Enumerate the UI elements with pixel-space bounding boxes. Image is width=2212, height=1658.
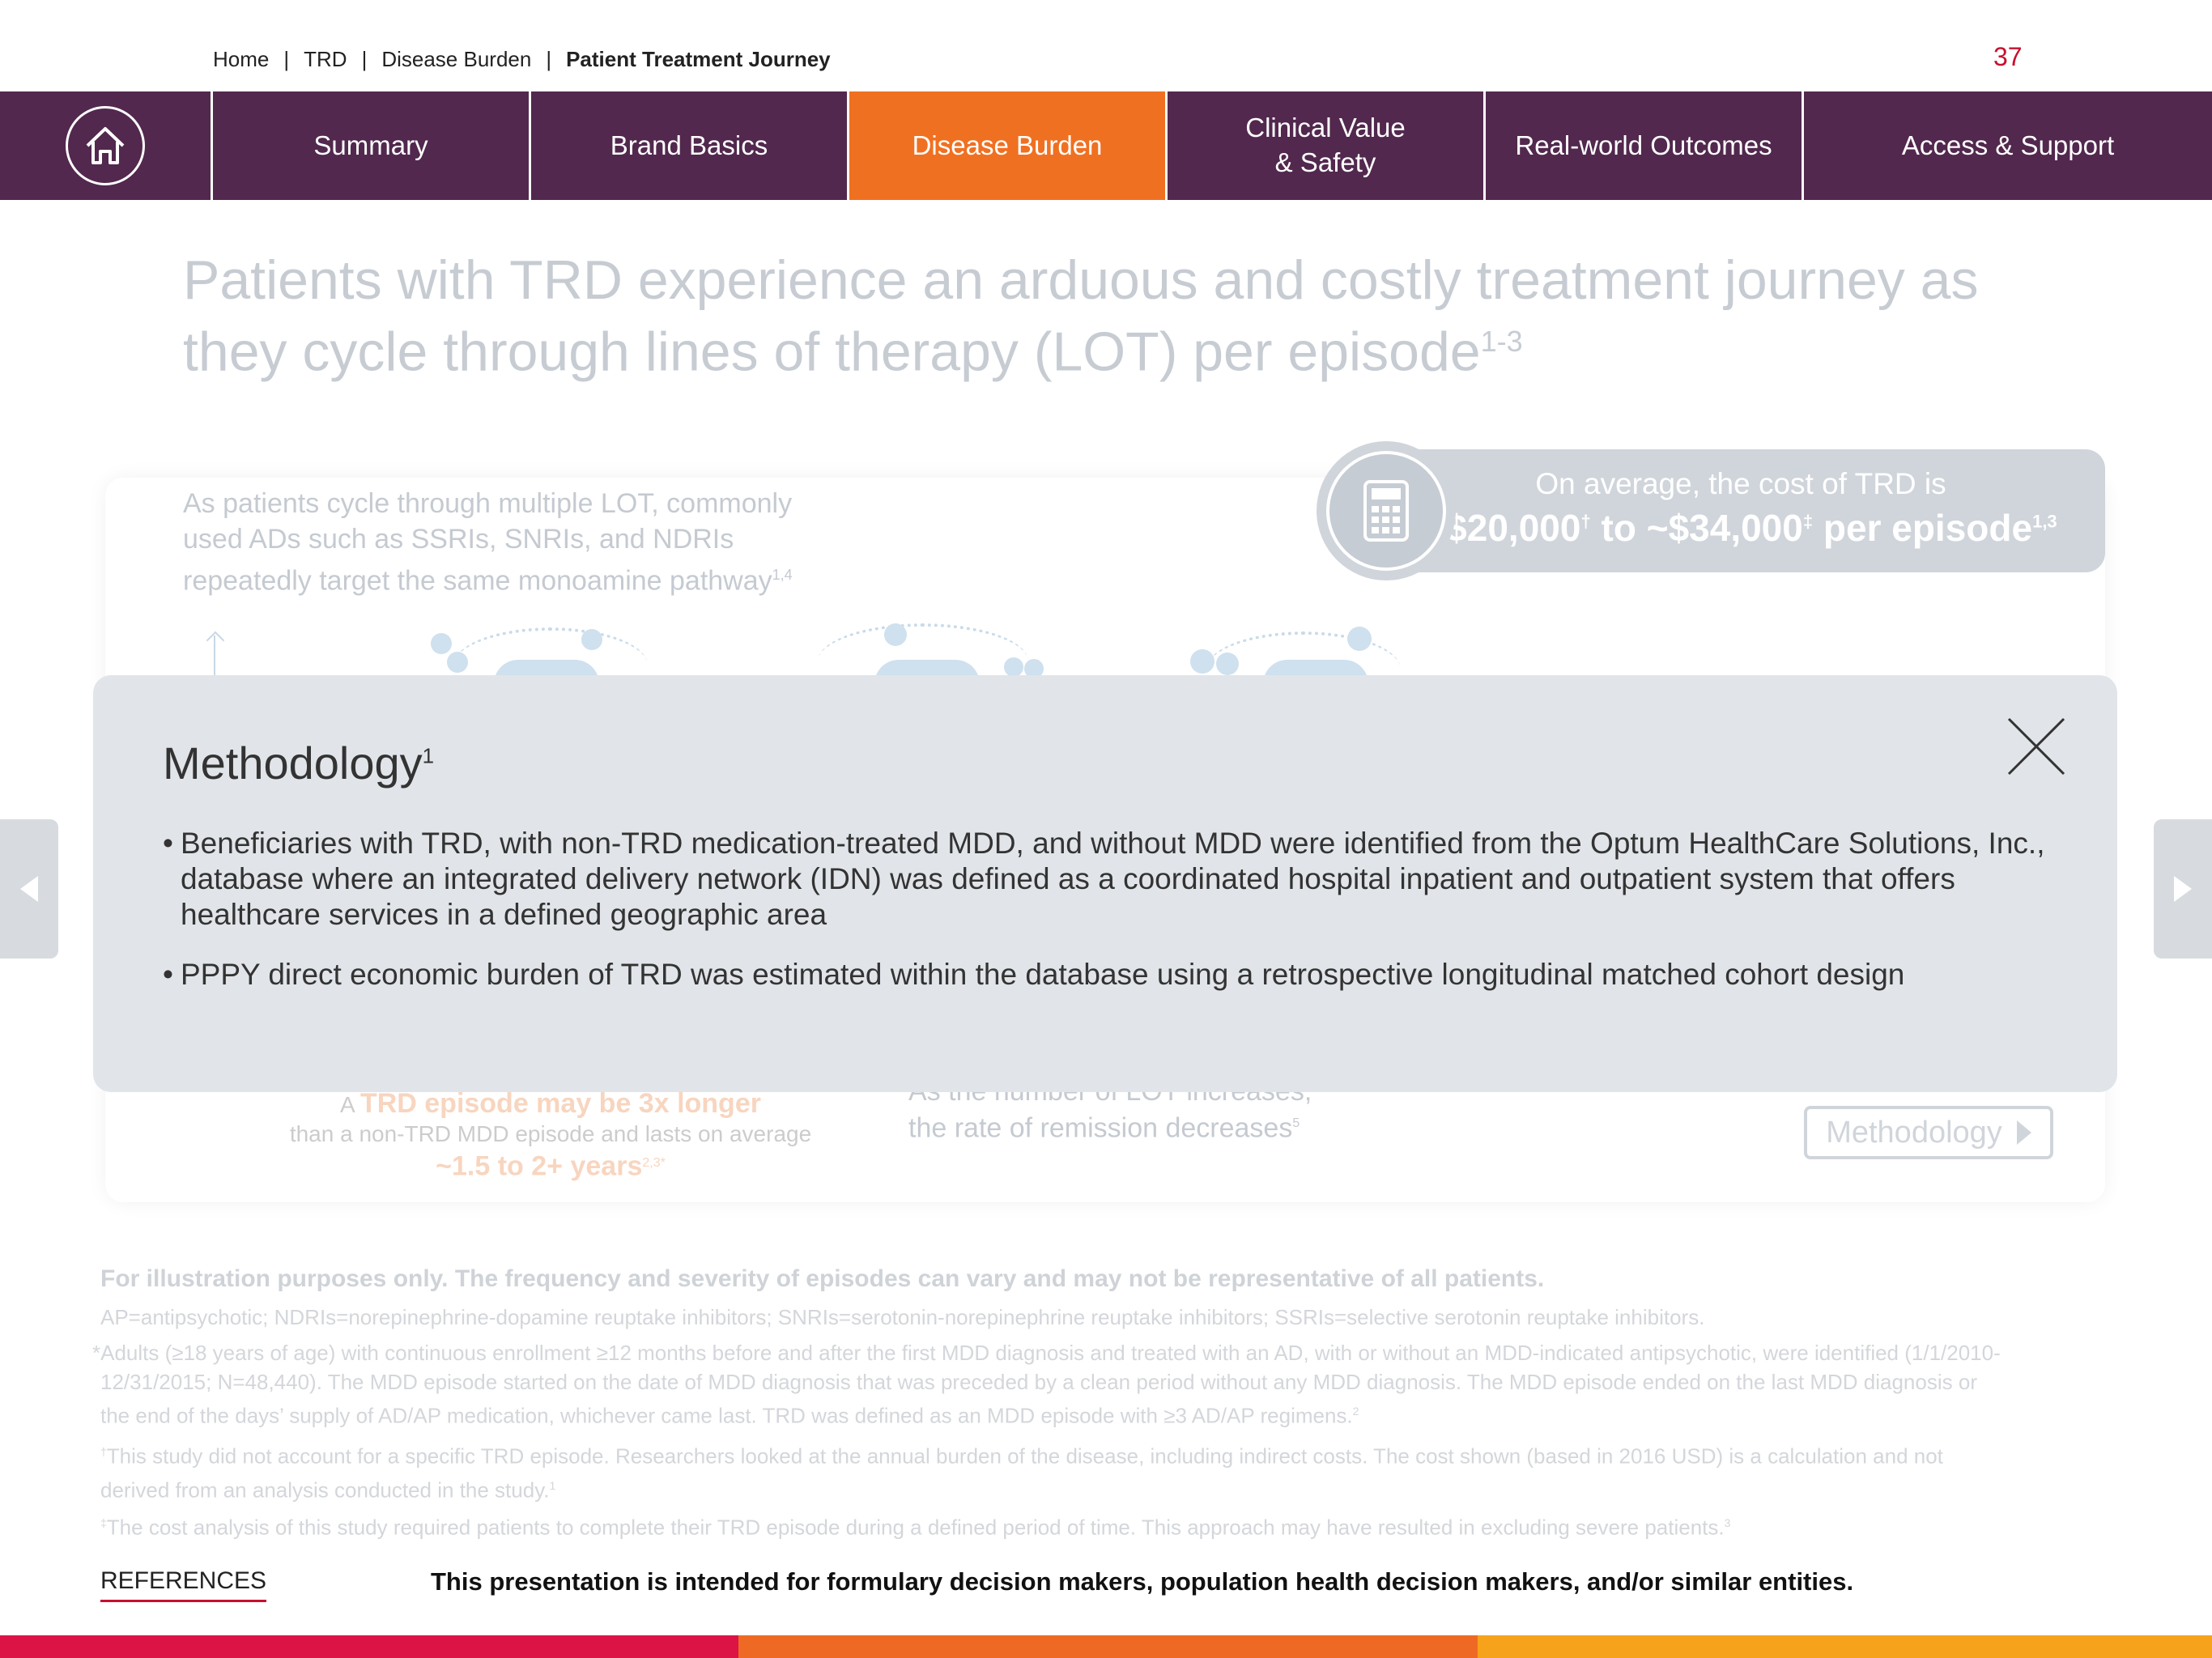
- modal-title: Methodology1: [163, 737, 434, 789]
- remission-line2: the rate of remission decreases5: [908, 1107, 1394, 1144]
- home-icon: [66, 106, 145, 185]
- modal-bullet: Beneficiaries with TRD, with non-TRD med…: [163, 826, 2065, 933]
- cost-callout-line1: On average, the cost of TRD is: [1535, 467, 1946, 500]
- next-page-button[interactable]: [2154, 819, 2212, 959]
- close-icon[interactable]: [2004, 714, 2069, 779]
- footnote-dagger-ref: 1: [549, 1478, 556, 1492]
- episode-duration-ref: 2,3*: [642, 1156, 666, 1170]
- footnote-star-mark: *: [92, 1341, 101, 1365]
- pill-icon: [1216, 653, 1239, 675]
- cost-mid: to: [1590, 507, 1647, 549]
- tab-real-world-outcomes[interactable]: Real-world Outcomes: [1486, 91, 1804, 200]
- pill-icon: [581, 629, 602, 650]
- pill-icon: [1347, 627, 1372, 651]
- intro-text-ref: 1,4: [772, 567, 793, 583]
- footnote-double-dagger-ref: 3: [1724, 1516, 1731, 1529]
- cost-tail: per episode: [1813, 507, 2033, 549]
- previous-page-button[interactable]: [0, 819, 58, 959]
- episode-prefix: A: [340, 1092, 360, 1117]
- episode-line2: than a non-TRD MDD episode and lasts on …: [289, 1121, 812, 1146]
- page-number: 37: [1993, 42, 2023, 71]
- footnote-double-dagger: ‡The cost analysis of this study require…: [100, 1508, 2011, 1542]
- footnote-star-text: Adults (≥18 years of age) with continuou…: [100, 1341, 2001, 1428]
- bottom-bar-orange: [738, 1635, 1478, 1658]
- breadcrumb-separator: |: [546, 47, 552, 71]
- page-title-text: Patients with TRD experience an arduous …: [183, 249, 1979, 383]
- cost-low-ref: †: [1580, 511, 1591, 532]
- cost-callout-line2: ~$20,000† to ~$34,000‡ per episode1,3: [1376, 506, 2105, 550]
- breadcrumb: Home | TRD | Disease Burden | Patient Tr…: [213, 47, 831, 72]
- modal-title-text: Methodology: [163, 738, 423, 789]
- pill-icon: [1004, 657, 1023, 677]
- modal-bullet-list: Beneficiaries with TRD, with non-TRD med…: [163, 826, 2065, 1017]
- footnote-star: *Adults (≥18 years of age) with continuo…: [92, 1338, 2011, 1431]
- methodology-modal: Methodology1 Beneficiaries with TRD, wit…: [93, 675, 2117, 1092]
- bottom-color-bar: [0, 1635, 2212, 1658]
- disclaimer: This presentation is intended for formul…: [431, 1567, 1854, 1596]
- chevron-left-icon: [20, 876, 38, 902]
- cost-callout: On average, the cost of TRD is ~$20,000†…: [1376, 449, 2105, 572]
- breadcrumb-home[interactable]: Home: [213, 47, 269, 72]
- episode-duration: ~1.5 to 2+ years2,3*: [267, 1149, 834, 1182]
- page-title: Patients with TRD experience an arduous …: [183, 249, 2005, 383]
- tab-brand-basics[interactable]: Brand Basics: [531, 91, 849, 200]
- breadcrumb-separator: |: [361, 47, 368, 71]
- cost-high-ref: ‡: [1802, 511, 1814, 532]
- cost-tail-ref: 1,3: [2032, 511, 2057, 532]
- episode-highlight: TRD episode may be 3x longer: [359, 1088, 761, 1119]
- references-link[interactable]: REFERENCES: [100, 1567, 267, 1602]
- tab-clinical-value-safety[interactable]: Clinical Value & Safety: [1168, 91, 1486, 200]
- calculator-badge: [1317, 441, 1456, 580]
- intro-text-body: As patients cycle through multiple LOT, …: [183, 488, 793, 597]
- footnote-double-dagger-text: The cost analysis of this study required…: [106, 1515, 1725, 1540]
- breadcrumb-current: Patient Treatment Journey: [566, 47, 831, 71]
- footnote-dagger-mark: †: [100, 1445, 107, 1458]
- pill-icon: [1190, 649, 1214, 674]
- tab-disease-burden[interactable]: Disease Burden: [849, 91, 1168, 200]
- episode-duration-value: ~1.5 to 2+ years: [436, 1150, 643, 1182]
- remission-ref: 5: [1292, 1116, 1300, 1130]
- arrow-up-icon: [214, 636, 215, 676]
- cost-high: ~$34,000: [1646, 507, 1803, 549]
- calculator-icon: [1326, 451, 1446, 571]
- bottom-bar-red: [0, 1635, 738, 1658]
- modal-bullet: PPPY direct economic burden of TRD was e…: [163, 957, 2065, 993]
- illustration-note: For illustration purposes only. The freq…: [100, 1265, 1545, 1292]
- pill-icon: [431, 633, 452, 654]
- episode-length-text: A TRD episode may be 3x longer than a no…: [267, 1089, 834, 1182]
- chevron-right-icon: [2174, 876, 2192, 902]
- page-title-ref: 1-3: [1480, 325, 1523, 358]
- methodology-button-label: Methodology: [1826, 1115, 2002, 1150]
- nav-home-button[interactable]: [0, 91, 213, 200]
- play-arrow-icon: [2016, 1120, 2031, 1145]
- main-nav: Summary Brand Basics Disease Burden Clin…: [0, 91, 2212, 200]
- footnote-double-dagger-mark: ‡: [100, 1516, 107, 1529]
- breadcrumb-disease-burden[interactable]: Disease Burden: [381, 47, 531, 72]
- remission-line2-text: the rate of remission decreases: [908, 1112, 1293, 1144]
- tab-access-support[interactable]: Access & Support: [1804, 91, 2212, 200]
- modal-title-ref: 1: [422, 743, 435, 768]
- pill-icon: [447, 652, 468, 673]
- pill-icon: [884, 623, 907, 646]
- abbreviations: AP=antipsychotic; NDRIs=norepinephrine-d…: [100, 1305, 1705, 1329]
- breadcrumb-trd[interactable]: TRD: [304, 47, 347, 72]
- tab-summary[interactable]: Summary: [213, 91, 531, 200]
- intro-text: As patients cycle through multiple LOT, …: [183, 486, 847, 598]
- breadcrumb-separator: |: [283, 47, 290, 71]
- footnote-dagger-text: This study did not account for a specifi…: [100, 1443, 1943, 1503]
- footnote-star-ref: 2: [1352, 1405, 1359, 1418]
- footnote-dagger: †This study did not account for a specif…: [100, 1437, 2011, 1504]
- methodology-button[interactable]: Methodology: [1804, 1106, 2053, 1159]
- bottom-bar-yellow: [1478, 1635, 2212, 1658]
- episode-line1: A TRD episode may be 3x longer: [267, 1089, 834, 1120]
